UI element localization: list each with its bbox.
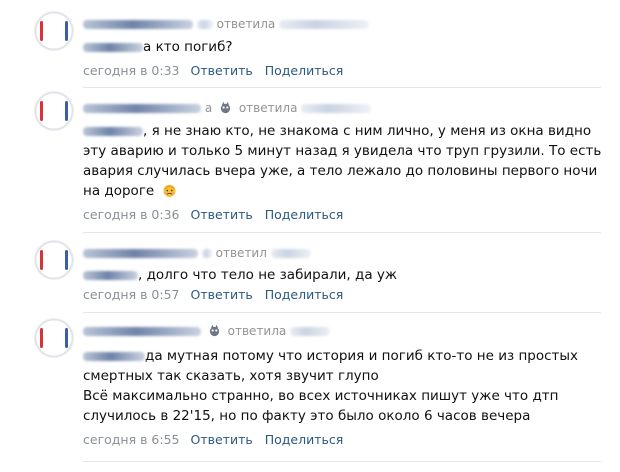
redacted-mention[interactable] [83, 126, 143, 136]
author-name-fragment: а [204, 101, 213, 115]
redacted-mention[interactable] [83, 351, 145, 361]
avatar[interactable] [34, 240, 74, 280]
redacted-mention[interactable] [83, 270, 138, 280]
avatar-edge-blue [65, 250, 68, 270]
comment-time: сегодня в 0:33 [83, 63, 180, 78]
avatar-edge-blue [65, 101, 68, 121]
comment-meta: сегодня в 0:57 Ответить Поделиться [83, 287, 351, 302]
comment-meta: сегодня в 0:33 Ответить Поделиться [83, 63, 351, 78]
avatar-edge-blue [65, 328, 68, 348]
comment-text: да мутная потому что история и погиб кто… [83, 348, 579, 424]
avatar[interactable] [34, 318, 74, 358]
separator [83, 312, 601, 313]
comment-meta: сегодня в 0:36 Ответить Поделиться [83, 207, 351, 222]
redacted-author-name[interactable] [83, 20, 193, 29]
share-button[interactable]: Поделиться [265, 287, 344, 302]
redacted-author-name[interactable] [83, 327, 201, 336]
comment-meta: сегодня в 6:55 Ответить Поделиться [83, 432, 351, 447]
comment-header: ответила [83, 324, 331, 340]
sticker-icon [220, 101, 231, 114]
redacted-recipient-name[interactable] [270, 249, 311, 258]
avatar-edge-red [40, 101, 43, 121]
avatar[interactable] [34, 11, 74, 51]
comment-text: а кто погиб? [83, 37, 583, 57]
redacted-recipient-name[interactable] [301, 104, 372, 113]
sticker-icon [209, 324, 219, 337]
reply-button[interactable]: Ответить [190, 287, 252, 302]
comment-time: сегодня в 6:55 [83, 432, 180, 447]
comment-text: , я не знаю кто, не знакома с ним лично,… [83, 123, 602, 199]
separator [83, 461, 601, 462]
reply-indicator: ответил [215, 246, 267, 260]
comment-header: ответил [83, 246, 311, 262]
avatar-edge-red [40, 328, 43, 348]
comment-text: , долго что тело не забирали, да уж [83, 265, 583, 285]
redacted-mention[interactable] [83, 42, 143, 52]
comment-header: а ответила [83, 101, 372, 117]
avatar-edge-red [40, 250, 43, 270]
redacted-recipient-name[interactable] [290, 327, 331, 336]
redacted-author-name[interactable] [83, 249, 198, 258]
reply-button[interactable]: Ответить [190, 63, 252, 78]
share-button[interactable]: Поделиться [265, 63, 344, 78]
sad-face-emoji-icon [162, 184, 176, 198]
redacted-author-name[interactable] [83, 104, 201, 113]
redacted-recipient-name[interactable] [279, 20, 370, 29]
reply-indicator: ответила [238, 101, 298, 115]
separator [83, 232, 601, 233]
reply-button[interactable]: Ответить [190, 432, 252, 447]
avatar[interactable] [34, 91, 74, 131]
comment-header: ответила [83, 17, 370, 33]
reply-indicator: ответила [216, 17, 276, 31]
reply-button[interactable]: Ответить [190, 207, 252, 222]
comment-time: сегодня в 0:36 [83, 207, 180, 222]
share-button[interactable]: Поделиться [265, 207, 344, 222]
avatar-edge-red [40, 21, 43, 41]
comment-time: сегодня в 0:57 [83, 287, 180, 302]
separator [83, 87, 601, 88]
share-button[interactable]: Поделиться [265, 432, 344, 447]
reply-indicator: ответила [227, 324, 287, 338]
avatar-edge-blue [65, 21, 68, 41]
